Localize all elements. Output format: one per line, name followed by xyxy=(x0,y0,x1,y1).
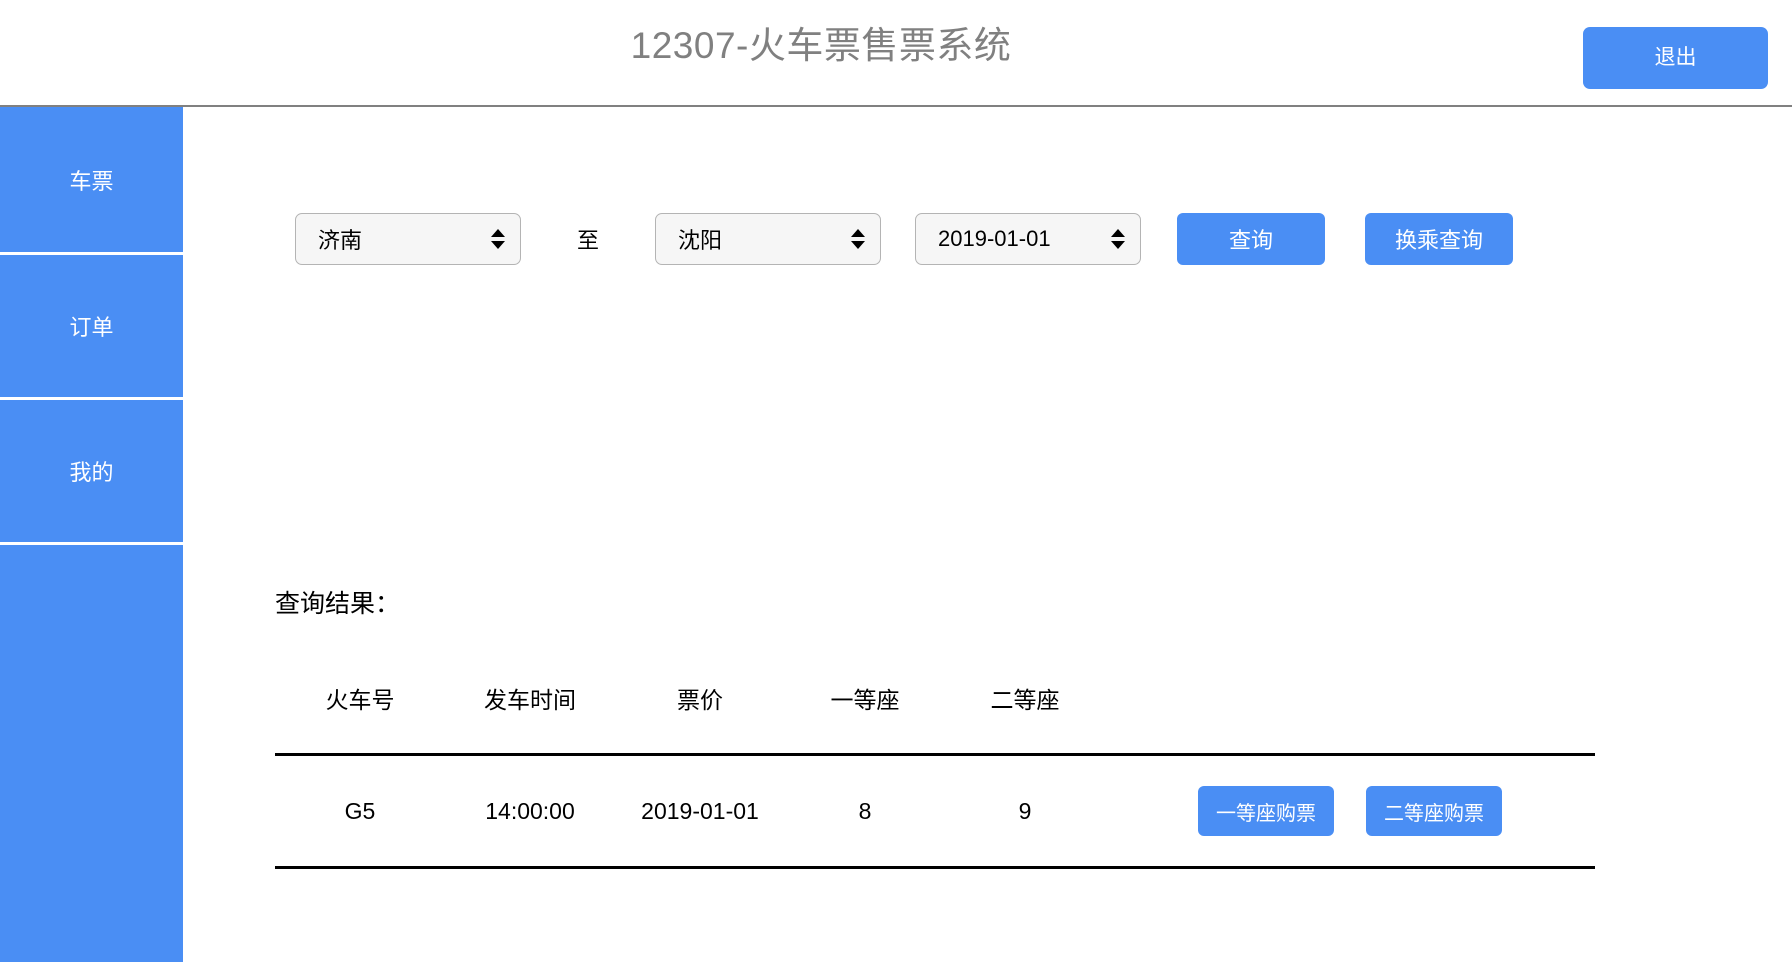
to-label: 至 xyxy=(577,228,600,253)
row-action-group: 一等座购票 二等座购票 xyxy=(1105,786,1595,836)
results-label: 查询结果： xyxy=(275,590,401,618)
sidebar-item-tickets[interactable]: 车票 xyxy=(0,107,183,255)
origin-station-value: 济南 xyxy=(318,228,363,253)
column-header-depart-time: 发车时间 xyxy=(445,667,615,756)
main-content: 济南 至 沈阳 2019-01-01 查询 换乘查询 查询结果： 火车号 发车时… xyxy=(183,107,1792,962)
column-header-price: 票价 xyxy=(615,667,785,756)
sidebar-item-mine[interactable]: 我的 xyxy=(0,400,183,545)
sidebar-item-orders[interactable]: 订单 xyxy=(0,255,183,400)
sidebar-item-empty[interactable] xyxy=(0,545,183,962)
results-table: 火车号 发车时间 票价 一等座 二等座 G5 14:00:00 2019-01-… xyxy=(275,667,1595,869)
page-title: 12307-火车票售票系统 xyxy=(630,25,1012,66)
buy-first-class-button[interactable]: 一等座购票 xyxy=(1198,786,1334,836)
app-header: 12307-火车票售票系统 退出 xyxy=(0,0,1792,107)
app-body: 车票 订单 我的 济南 至 沈阳 2019-01-01 查询 换乘查询 查询结果… xyxy=(0,107,1792,962)
buy-second-class-button[interactable]: 二等座购票 xyxy=(1366,786,1502,836)
column-header-second-class: 二等座 xyxy=(945,667,1105,756)
destination-station-value: 沈阳 xyxy=(678,228,723,253)
results-table-head: 火车号 发车时间 票价 一等座 二等座 xyxy=(275,667,1595,756)
column-header-first-class: 一等座 xyxy=(785,667,945,756)
sidebar-item-label: 车票 xyxy=(69,168,114,194)
sidebar-item-label: 我的 xyxy=(69,460,114,485)
date-value: 2019-01-01 xyxy=(938,226,1051,251)
cell-second-class: 9 xyxy=(945,754,1105,869)
column-header-actions xyxy=(1105,667,1595,756)
query-button[interactable]: 查询 xyxy=(1177,213,1326,265)
transfer-query-button[interactable]: 换乘查询 xyxy=(1365,213,1514,265)
spinner-icon xyxy=(1111,229,1126,249)
date-select[interactable]: 2019-01-01 xyxy=(915,213,1142,265)
destination-station-select[interactable]: 沈阳 xyxy=(655,213,882,265)
table-row: G5 14:00:00 2019-01-01 8 9 一等座购票 二等座购票 xyxy=(275,754,1595,869)
origin-station-select[interactable]: 济南 xyxy=(295,213,521,265)
search-bar: 济南 至 沈阳 2019-01-01 查询 换乘查询 xyxy=(295,213,1514,265)
sidebar: 车票 订单 我的 xyxy=(0,107,183,962)
cell-first-class: 8 xyxy=(785,754,945,869)
cell-price: 2019-01-01 xyxy=(615,754,785,869)
cell-depart-time: 14:00:00 xyxy=(445,754,615,869)
sidebar-item-label: 订单 xyxy=(69,315,114,340)
cell-train-no: G5 xyxy=(275,754,445,869)
column-header-train-no: 火车号 xyxy=(275,667,445,756)
spinner-icon xyxy=(851,229,866,249)
spinner-icon xyxy=(491,229,505,249)
cell-actions: 一等座购票 二等座购票 xyxy=(1105,754,1595,869)
results-table-body: G5 14:00:00 2019-01-01 8 9 一等座购票 二等座购票 xyxy=(275,754,1595,869)
logout-button[interactable]: 退出 xyxy=(1583,27,1768,89)
table-header-row: 火车号 发车时间 票价 一等座 二等座 xyxy=(275,667,1595,756)
